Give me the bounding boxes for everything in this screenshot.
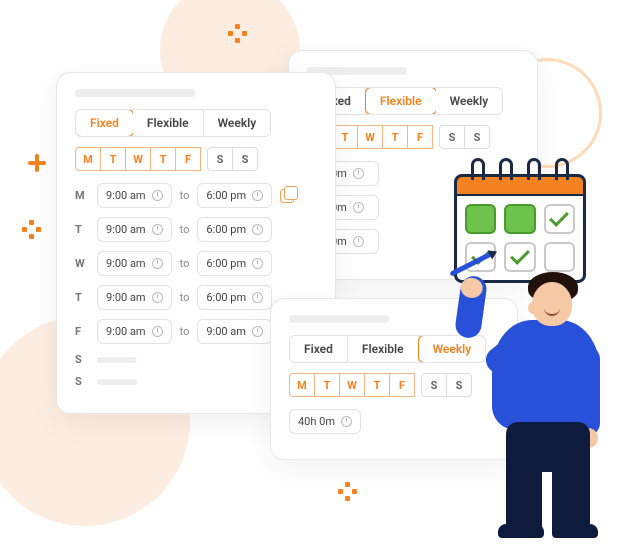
clock-icon bbox=[252, 326, 263, 337]
start-time-input[interactable]: 9:00 am bbox=[97, 319, 172, 344]
tab-flexible[interactable]: Flexible bbox=[365, 87, 437, 115]
tab-weekly[interactable]: Weekly bbox=[436, 88, 503, 114]
to-label: to bbox=[180, 325, 190, 338]
end-time-input[interactable]: 6:00 pm bbox=[197, 183, 272, 208]
clock-icon bbox=[152, 224, 163, 235]
day-w[interactable]: W bbox=[357, 125, 383, 149]
plus-icon bbox=[28, 154, 46, 172]
end-time-input[interactable]: 6:00 pm bbox=[197, 285, 272, 310]
day-m[interactable]: M bbox=[75, 147, 101, 171]
skeleton-line bbox=[75, 89, 195, 97]
skeleton-line bbox=[289, 315, 389, 323]
clock-icon bbox=[341, 416, 352, 427]
tab-weekly[interactable]: Weekly bbox=[204, 110, 271, 136]
day-label: W bbox=[75, 257, 89, 270]
tab-fixed[interactable]: Fixed bbox=[75, 109, 134, 137]
day-w[interactable]: W bbox=[339, 373, 365, 397]
start-time-input[interactable]: 9:00 am bbox=[97, 251, 172, 276]
day-t2[interactable]: T bbox=[364, 373, 390, 397]
day-label: T bbox=[75, 223, 89, 236]
schedule-row: W 9:00 am to 6:00 pm bbox=[75, 251, 317, 276]
schedule-type-tabs[interactable]: Fixed Flexible Weekly bbox=[75, 109, 271, 137]
start-time-input[interactable]: 9:00 am bbox=[97, 285, 172, 310]
clock-icon bbox=[353, 202, 364, 213]
day-f[interactable]: F bbox=[175, 147, 201, 171]
day-selector[interactable]: M T W T F S S bbox=[307, 125, 519, 149]
to-label: to bbox=[180, 189, 190, 202]
end-time-input[interactable]: 9:00 am bbox=[197, 319, 272, 344]
clock-icon bbox=[152, 190, 163, 201]
clock-icon bbox=[252, 224, 263, 235]
end-time-input[interactable]: 6:00 pm bbox=[197, 251, 272, 276]
clock-icon bbox=[152, 292, 163, 303]
clock-icon bbox=[353, 168, 364, 179]
to-label: to bbox=[180, 223, 190, 236]
to-label: to bbox=[180, 257, 190, 270]
sparkle-icon bbox=[338, 482, 356, 500]
sparkle-icon bbox=[228, 24, 246, 42]
clock-icon bbox=[252, 258, 263, 269]
day-t[interactable]: T bbox=[314, 373, 340, 397]
clock-icon bbox=[252, 190, 263, 201]
duration-input[interactable]: 40h 0m bbox=[289, 409, 361, 434]
day-f[interactable]: F bbox=[389, 373, 415, 397]
clock-icon bbox=[152, 326, 163, 337]
start-time-input[interactable]: 9:00 am bbox=[97, 217, 172, 242]
day-selector[interactable]: M T W T F S S bbox=[75, 147, 317, 171]
tab-flexible[interactable]: Flexible bbox=[348, 336, 419, 362]
sparkle-icon bbox=[22, 220, 40, 238]
clock-icon bbox=[353, 236, 364, 247]
tab-flexible[interactable]: Flexible bbox=[133, 110, 204, 136]
day-s[interactable]: S bbox=[207, 147, 233, 171]
day-s[interactable]: S bbox=[421, 373, 447, 397]
clock-icon bbox=[252, 292, 263, 303]
copy-icon[interactable] bbox=[280, 189, 294, 203]
day-m[interactable]: M bbox=[289, 373, 315, 397]
schedule-row: T 9:00 am to 6:00 pm bbox=[75, 217, 317, 242]
day-s2[interactable]: S bbox=[464, 125, 490, 149]
to-label: to bbox=[180, 291, 190, 304]
end-time-input[interactable]: 6:00 pm bbox=[197, 217, 272, 242]
day-label: M bbox=[75, 189, 89, 202]
day-label: T bbox=[75, 291, 89, 304]
day-f[interactable]: F bbox=[407, 125, 433, 149]
person-illustration bbox=[456, 262, 616, 542]
schedule-row: M 9:00 am to 6:00 pm bbox=[75, 183, 317, 208]
tab-fixed[interactable]: Fixed bbox=[290, 336, 348, 362]
day-t2[interactable]: T bbox=[150, 147, 176, 171]
day-t2[interactable]: T bbox=[382, 125, 408, 149]
day-label: F bbox=[75, 325, 89, 338]
day-s[interactable]: S bbox=[439, 125, 465, 149]
day-t[interactable]: T bbox=[100, 147, 126, 171]
schedule-type-tabs[interactable]: Fixed Flexible Weekly bbox=[307, 87, 503, 115]
day-w[interactable]: W bbox=[125, 147, 151, 171]
start-time-input[interactable]: 9:00 am bbox=[97, 183, 172, 208]
day-s2[interactable]: S bbox=[232, 147, 258, 171]
clock-icon bbox=[152, 258, 163, 269]
